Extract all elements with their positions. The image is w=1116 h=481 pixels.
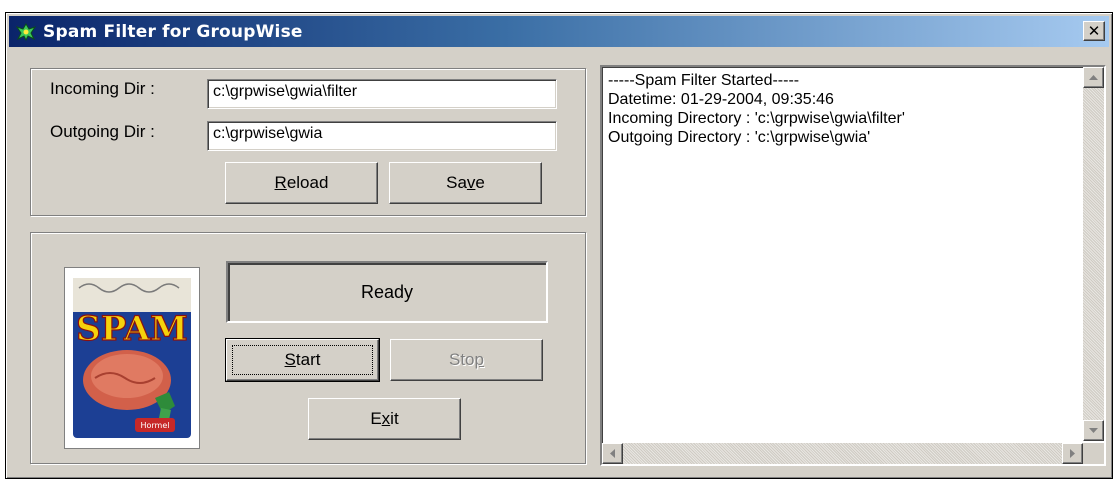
spam-brand-text: SPAM	[76, 309, 188, 349]
stop-button[interactable]: Stop	[390, 339, 543, 381]
close-icon: ✕	[1087, 22, 1101, 40]
scrollbar-corner	[1083, 443, 1104, 464]
scroll-left-arrow-icon	[610, 449, 615, 458]
title-bar[interactable]: Spam Filter for GroupWise ✕	[9, 16, 1109, 47]
log-content: -----Spam Filter Started----- Datetime: …	[608, 71, 1068, 147]
reload-button-label: Reload	[274, 173, 329, 192]
scroll-down-button[interactable]	[1083, 420, 1104, 441]
scroll-up-arrow-icon	[1089, 75, 1098, 80]
status-display: Ready	[226, 261, 548, 323]
spam-can-image: SPAM Hormel	[64, 267, 200, 449]
vertical-scrollbar[interactable]	[1083, 67, 1104, 441]
incoming-dir-label: Incoming Dir :	[50, 79, 155, 98]
scroll-right-arrow-icon	[1070, 449, 1075, 458]
close-button[interactable]: ✕	[1083, 21, 1105, 41]
scroll-down-arrow-icon	[1089, 428, 1098, 433]
status-text: Ready	[360, 281, 414, 302]
outgoing-dir-label: Outgoing Dir :	[50, 122, 155, 141]
spam-filter-app-icon[interactable]	[15, 21, 37, 43]
scroll-left-button[interactable]	[602, 443, 623, 464]
horizontal-scrollbar[interactable]	[602, 443, 1083, 464]
window-title: Spam Filter for GroupWise	[43, 21, 303, 42]
save-button-label: Save	[446, 173, 485, 192]
outgoing-dir-input[interactable]: c:\grpwise\gwia	[207, 121, 557, 151]
main-window: Spam Filter for GroupWise ✕ Incoming Dir…	[5, 12, 1113, 479]
save-button[interactable]: Save	[389, 162, 542, 204]
spam-label-text: Hormel	[141, 421, 170, 430]
start-button-label: Start	[284, 350, 321, 369]
scroll-up-button[interactable]	[1083, 67, 1104, 88]
log-line: Incoming Directory : 'c:\grpwise\gwia\fi…	[608, 110, 905, 127]
stop-button-label: Stop	[449, 350, 484, 369]
log-line: Datetime: 01-29-2004, 09:35:46	[608, 91, 834, 108]
exit-button-label: Exit	[370, 409, 399, 428]
incoming-dir-input[interactable]: c:\grpwise\gwia\filter	[207, 79, 557, 109]
log-textarea[interactable]: -----Spam Filter Started----- Datetime: …	[600, 65, 1106, 466]
log-line: Outgoing Directory : 'c:\grpwise\gwia'	[608, 129, 871, 146]
exit-button[interactable]: Exit	[308, 398, 461, 440]
scroll-right-button[interactable]	[1062, 443, 1083, 464]
log-line: -----Spam Filter Started-----	[608, 72, 800, 89]
reload-button[interactable]: Reload	[225, 162, 378, 204]
start-button[interactable]: Start	[225, 338, 380, 382]
